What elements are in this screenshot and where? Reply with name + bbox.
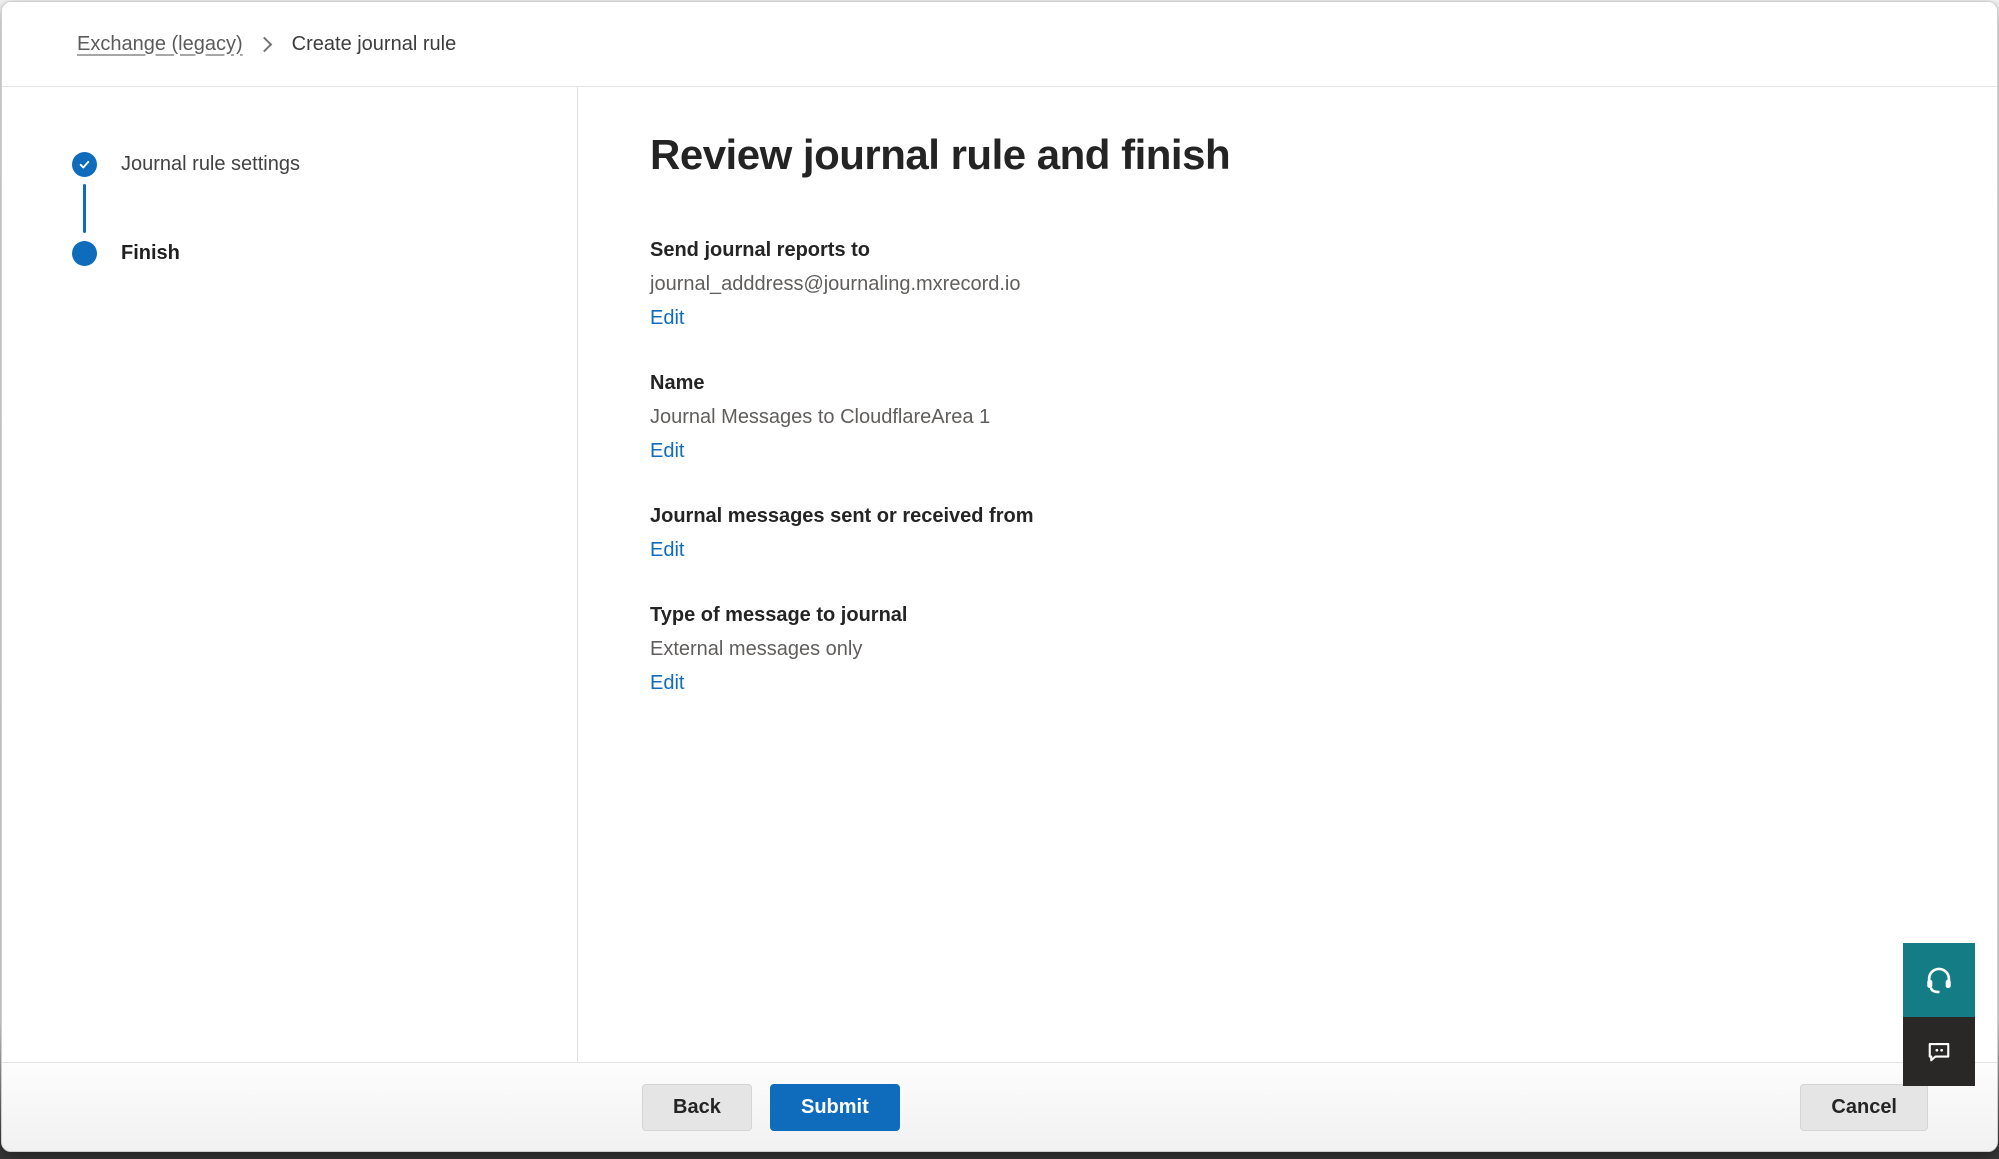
edit-link-type-of-message-to-journal[interactable]: Edit <box>650 666 684 700</box>
edit-link-journal-messages-sent-or-received-from[interactable]: Edit <box>650 533 684 567</box>
breadcrumb-bar: Exchange (legacy) Create journal rule <box>2 2 1997 87</box>
wizard-step-journal-rule-settings[interactable]: Journal rule settings <box>72 150 577 178</box>
section-label: Name <box>650 366 1997 400</box>
wizard-step-label: Journal rule settings <box>121 153 300 176</box>
main-row: Journal rule settings Finish Review jour… <box>2 87 1997 1062</box>
step-current-dot-icon <box>72 241 97 266</box>
section-label: Journal messages sent or received from <box>650 499 1997 533</box>
section-label: Send journal reports to <box>650 233 1997 267</box>
wizard-step-finish[interactable]: Finish <box>72 239 577 267</box>
breadcrumb-create-journal-rule: Create journal rule <box>292 33 457 56</box>
floating-buttons <box>1903 943 1975 1086</box>
chat-icon <box>1924 1037 1954 1067</box>
app-window: Exchange (legacy) Create journal rule Jo… <box>1 1 1998 1152</box>
chevron-right-icon <box>256 36 272 52</box>
step-completed-check-icon <box>72 152 97 177</box>
submit-button[interactable]: Submit <box>770 1084 900 1131</box>
section-value: Journal Messages to CloudflareArea 1 <box>650 400 1997 434</box>
breadcrumb-exchange-legacy[interactable]: Exchange (legacy) <box>77 33 243 56</box>
cancel-button[interactable]: Cancel <box>1800 1084 1928 1131</box>
section-name: Name Journal Messages to CloudflareArea … <box>650 366 1997 468</box>
back-button[interactable]: Back <box>642 1084 752 1131</box>
wizard-step-label: Finish <box>121 242 180 265</box>
section-value: journal_adddress@journaling.mxrecord.io <box>650 267 1997 301</box>
section-value: External messages only <box>650 632 1997 666</box>
help-button[interactable] <box>1903 943 1975 1017</box>
edit-link-send-journal-reports-to[interactable]: Edit <box>650 301 684 335</box>
step-connector-line <box>83 184 86 233</box>
section-send-journal-reports-to: Send journal reports to journal_adddress… <box>650 233 1997 335</box>
page-title: Review journal rule and finish <box>650 131 1997 179</box>
section-label: Type of message to journal <box>650 598 1997 632</box>
headset-icon <box>1923 964 1955 996</box>
review-content: Review journal rule and finish Send jour… <box>578 87 1997 1062</box>
footer-action-bar: Back Submit Cancel <box>2 1062 1997 1151</box>
edit-link-name[interactable]: Edit <box>650 434 684 468</box>
section-type-of-message-to-journal: Type of message to journal External mess… <box>650 598 1997 700</box>
breadcrumb: Exchange (legacy) Create journal rule <box>77 33 456 56</box>
wizard-steps-panel: Journal rule settings Finish <box>2 87 578 1062</box>
feedback-button[interactable] <box>1903 1017 1975 1086</box>
section-journal-messages-sent-or-received-from: Journal messages sent or received from E… <box>650 499 1997 567</box>
